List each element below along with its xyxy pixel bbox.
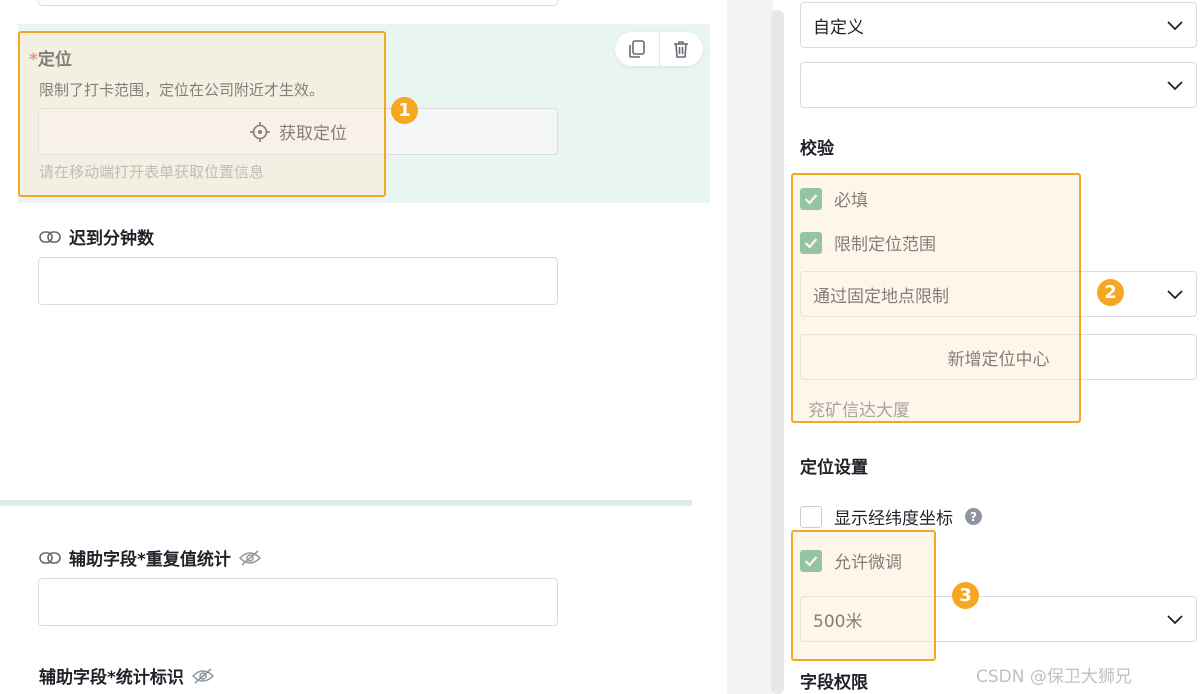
previous-field-input[interactable]	[38, 0, 558, 6]
show-coords-checkbox[interactable]	[800, 505, 822, 528]
default-value-select-value: 自定义	[813, 17, 864, 38]
late-minutes-label-text: 迟到分钟数	[69, 229, 154, 249]
aux-repeat-input[interactable]	[38, 578, 558, 626]
section-divider	[0, 500, 692, 506]
secondary-select[interactable]	[800, 62, 1197, 108]
copy-icon	[628, 40, 645, 58]
delete-field-button[interactable]	[659, 32, 703, 66]
annotation-badge-2: 2	[1097, 279, 1124, 306]
eye-off-icon	[238, 549, 261, 566]
scrollbar-thumb[interactable]	[771, 10, 784, 694]
field-toolbar	[615, 32, 703, 66]
annotation-box-3	[791, 530, 936, 661]
field-permission-title: 字段权限	[800, 673, 868, 693]
aux-stat-label-text: 辅助字段*统计标识	[39, 668, 184, 688]
link-icon	[39, 230, 61, 243]
aux-repeat-label: 辅助字段*重复值统计	[39, 545, 261, 570]
aux-stat-label: 辅助字段*统计标识	[39, 663, 214, 688]
location-settings-title: 定位设置	[800, 458, 868, 478]
default-value-select[interactable]: 自定义	[800, 2, 1197, 48]
copy-field-button[interactable]	[615, 32, 659, 66]
chevron-down-icon	[1167, 21, 1183, 31]
annotation-box-1	[18, 31, 386, 197]
panel-gutter	[727, 0, 773, 694]
watermark: CSDN @保卫大狮兄	[976, 667, 1132, 687]
trash-icon	[674, 41, 689, 58]
validation-title: 校验	[800, 139, 834, 159]
annotation-badge-1: 1	[391, 97, 418, 124]
annotation-box-2	[791, 173, 1081, 423]
show-coords-checkbox-row[interactable]: 显示经纬度坐标 ?	[800, 504, 982, 529]
late-minutes-label: 迟到分钟数	[39, 224, 154, 249]
link-icon	[39, 551, 61, 564]
show-coords-checkbox-label: 显示经纬度坐标	[834, 509, 953, 529]
chevron-down-icon	[1167, 81, 1183, 91]
annotation-badge-3: 3	[952, 582, 979, 609]
eye-off-icon	[191, 667, 214, 684]
chevron-down-icon	[1167, 290, 1183, 300]
aux-repeat-label-text: 辅助字段*重复值统计	[69, 550, 231, 570]
help-icon[interactable]: ?	[965, 508, 982, 525]
form-designer: *定位 限制了打卡范围，定位在公司附近才生效。 获取定位 请在移动端打开表单获取…	[0, 0, 1200, 694]
chevron-down-icon	[1167, 615, 1183, 625]
late-minutes-input[interactable]	[38, 257, 558, 305]
